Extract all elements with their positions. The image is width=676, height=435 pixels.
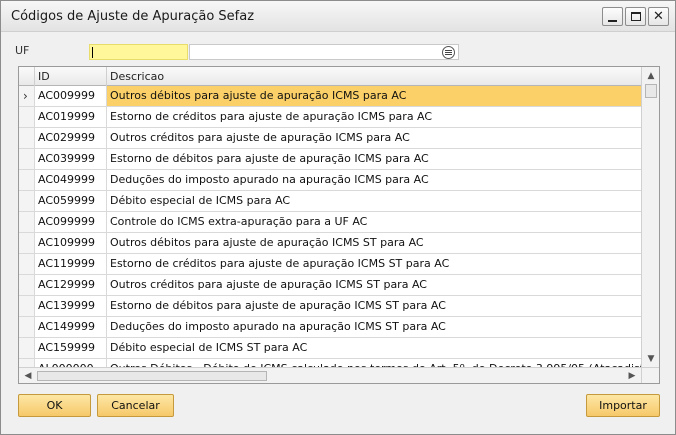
header-row-selector[interactable]: [19, 67, 35, 86]
cell-description: Estorno de créditos para ajuste de apura…: [110, 110, 433, 123]
vertical-scrollbar[interactable]: ▲ ▼: [641, 67, 659, 367]
minimize-button[interactable]: [602, 7, 623, 26]
row-selector[interactable]: [19, 191, 35, 211]
cell-id: AC029999: [35, 128, 107, 148]
scroll-right-icon[interactable]: ▶: [625, 369, 639, 383]
table-row[interactable]: AC129999 Outros créditos para ajuste de a…: [19, 275, 641, 296]
row-selector[interactable]: [19, 254, 35, 274]
maximize-icon: [630, 12, 641, 21]
grid-header: ID Descricao: [19, 67, 641, 86]
table-row[interactable]: AC059999 Débito especial de ICMS para AC: [19, 191, 641, 212]
table-row[interactable]: AC099999 Controle do ICMS extra-apuração …: [19, 212, 641, 233]
cell-description: Débito especial de ICMS para AC: [110, 194, 291, 207]
row-selector[interactable]: [19, 233, 35, 253]
cell-description: Outros créditos para ajuste de apuração …: [110, 278, 427, 291]
horizontal-scroll-thumb[interactable]: [37, 371, 267, 381]
scroll-up-icon[interactable]: ▲: [644, 69, 658, 83]
row-selector[interactable]: [19, 275, 35, 295]
uf-label: UF: [15, 44, 30, 57]
row-selector[interactable]: [19, 128, 35, 148]
cell-id: AC049999: [35, 170, 107, 190]
header-description[interactable]: Descricao: [107, 67, 641, 86]
table-row[interactable]: AC039999 Estorno de débitos para ajuste d…: [19, 149, 641, 170]
cell-description: Débito especial de ICMS ST para AC: [110, 341, 308, 354]
cell-id: AC099999: [35, 212, 107, 232]
text-cursor: [92, 47, 93, 58]
row-selected-indicator[interactable]: ›: [19, 86, 35, 106]
row-selector[interactable]: [19, 296, 35, 316]
header-id[interactable]: ID: [35, 67, 107, 86]
cell-id: AC059999: [35, 191, 107, 211]
ok-button[interactable]: OK: [18, 394, 91, 417]
table-row[interactable]: AC019999 Estorno de créditos para ajuste …: [19, 107, 641, 128]
close-icon: ✕: [653, 9, 664, 24]
grid-rows: › AC009999 Outros débitos para ajuste de a…: [19, 86, 641, 372]
codes-grid[interactable]: ID Descricao › AC009999 Outros débitos par…: [18, 66, 660, 384]
row-selector[interactable]: [19, 212, 35, 232]
cell-description: Estorno de débitos para ajuste de apuraç…: [110, 299, 446, 312]
cell-description: Estorno de créditos para ajuste de apura…: [110, 257, 450, 270]
table-row[interactable]: AC109999 Outros débitos para ajuste de ap…: [19, 233, 641, 254]
cell-description: Deduções do imposto apurado na apuração …: [110, 173, 429, 186]
row-selector[interactable]: [19, 170, 35, 190]
scroll-down-icon[interactable]: ▼: [644, 352, 658, 366]
cell-id: AC149999: [35, 317, 107, 337]
cell-description: Controle do ICMS extra-apuração para a U…: [110, 215, 368, 228]
cell-id: AC119999: [35, 254, 107, 274]
close-button[interactable]: ✕: [648, 7, 669, 26]
table-row[interactable]: AC149999 Deduções do imposto apurado na a…: [19, 317, 641, 338]
window-title: Códigos de Ajuste de Apuração Sefaz: [11, 9, 255, 24]
choose-from-list-icon[interactable]: [442, 46, 455, 59]
table-row[interactable]: AC119999 Estorno de créditos para ajuste …: [19, 254, 641, 275]
vertical-scroll-thumb[interactable]: [645, 84, 657, 98]
scroll-left-icon[interactable]: ◀: [21, 369, 35, 383]
cancel-button[interactable]: Cancelar: [97, 394, 174, 417]
scroll-corner: [641, 367, 659, 383]
cell-id: AC019999: [35, 107, 107, 127]
row-selector[interactable]: [19, 317, 35, 337]
cell-description: Outros débitos para ajuste de apuração I…: [107, 86, 641, 106]
table-row[interactable]: › AC009999 Outros débitos para ajuste de a…: [19, 86, 641, 107]
uf-name-input[interactable]: [189, 44, 459, 60]
row-selector[interactable]: [19, 149, 35, 169]
cell-id: AC159999: [35, 338, 107, 358]
table-row[interactable]: AC029999 Outros créditos para ajuste de a…: [19, 128, 641, 149]
cell-id: AC139999: [35, 296, 107, 316]
cell-id: AC109999: [35, 233, 107, 253]
row-selector[interactable]: [19, 338, 35, 358]
table-row[interactable]: AC049999 Deduções do imposto apurado na a…: [19, 170, 641, 191]
horizontal-scrollbar[interactable]: ◀ ▶: [19, 367, 641, 383]
cell-id: AC039999: [35, 149, 107, 169]
minimize-icon: [608, 19, 617, 22]
uf-code-input[interactable]: [89, 44, 188, 60]
cell-id: AC009999: [35, 86, 107, 106]
row-selector[interactable]: [19, 107, 35, 127]
table-row[interactable]: AC159999 Débito especial de ICMS ST para …: [19, 338, 641, 359]
title-bar[interactable]: Códigos de Ajuste de Apuração Sefaz ✕: [1, 1, 675, 32]
import-button[interactable]: Importar: [586, 394, 660, 417]
dialog-window: Códigos de Ajuste de Apuração Sefaz ✕ UF…: [0, 0, 676, 435]
cell-description: Estorno de débitos para ajuste de apuraç…: [110, 152, 429, 165]
cell-description: Outros débitos para ajuste de apuração I…: [110, 236, 424, 249]
cell-description: Deduções do imposto apurado na apuração …: [110, 320, 446, 333]
table-row[interactable]: AC139999 Estorno de débitos para ajuste d…: [19, 296, 641, 317]
cell-description: Outros créditos para ajuste de apuração …: [110, 131, 410, 144]
cell-id: AC129999: [35, 275, 107, 295]
maximize-button[interactable]: [625, 7, 646, 26]
